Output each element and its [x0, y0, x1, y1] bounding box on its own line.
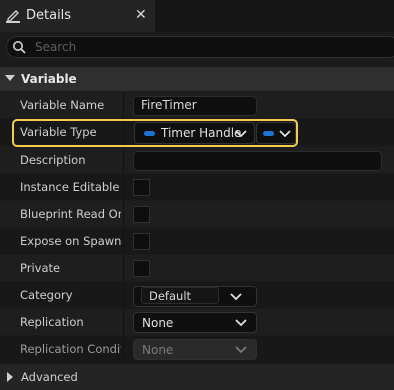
column-divider [123, 228, 124, 254]
label-expose-on-spawn: Expose on Spawn [20, 234, 121, 248]
row-private: Private [0, 255, 394, 281]
column-divider [123, 336, 124, 362]
chevron-down-icon [5, 75, 15, 81]
column-divider [123, 174, 124, 200]
replication-dropdown[interactable]: None [133, 312, 257, 333]
chevron-right-icon [7, 372, 13, 382]
label-replication-condition: Replication Conditio [20, 342, 121, 356]
label-replication: Replication [20, 315, 84, 329]
label-instance-editable: Instance Editable [20, 180, 120, 194]
tab-details[interactable]: Details ✕ [0, 0, 155, 32]
description-input[interactable] [133, 151, 382, 171]
chevron-down-icon [235, 346, 247, 354]
column-divider [123, 309, 124, 335]
row-instance-editable: Instance Editable [0, 174, 394, 200]
search-input[interactable]: Search [6, 36, 394, 58]
variable-type-highlight [12, 119, 298, 147]
row-expose-on-spawn: Expose on Spawn [0, 228, 394, 254]
variable-name-input[interactable]: FireTimer [133, 96, 257, 116]
chevron-down-icon [235, 319, 247, 327]
category-input[interactable]: Default [141, 287, 219, 304]
row-blueprint-read-only: Blueprint Read Only [0, 201, 394, 227]
expose-on-spawn-checkbox[interactable] [133, 233, 150, 250]
column-divider [123, 282, 124, 308]
column-divider [123, 147, 124, 173]
blueprint-read-only-checkbox[interactable] [133, 206, 150, 223]
chevron-down-icon[interactable] [230, 293, 242, 301]
label-blueprint-read-only: Blueprint Read Only [20, 207, 121, 221]
section-title: Variable [21, 72, 77, 86]
section-advanced[interactable]: Advanced [0, 364, 394, 390]
close-icon[interactable]: ✕ [135, 7, 147, 23]
section-variable[interactable]: Variable [0, 67, 394, 91]
column-divider [123, 255, 124, 281]
replication-value: None [142, 316, 174, 330]
column-divider [123, 201, 124, 227]
instance-editable-checkbox[interactable] [133, 179, 150, 196]
search-icon [13, 41, 26, 54]
search-placeholder: Search [35, 40, 77, 54]
advanced-title: Advanced [21, 370, 78, 384]
replication-condition-dropdown: None [133, 339, 257, 360]
label-private: Private [20, 261, 61, 275]
label-description: Description [20, 153, 86, 167]
label-category: Category [20, 288, 73, 302]
column-divider [123, 92, 124, 118]
replication-condition-value: None [142, 343, 174, 357]
tab-title: Details [26, 8, 72, 23]
private-checkbox[interactable] [133, 260, 150, 277]
edit-icon [6, 10, 20, 23]
label-variable-name: Variable Name [20, 98, 105, 112]
